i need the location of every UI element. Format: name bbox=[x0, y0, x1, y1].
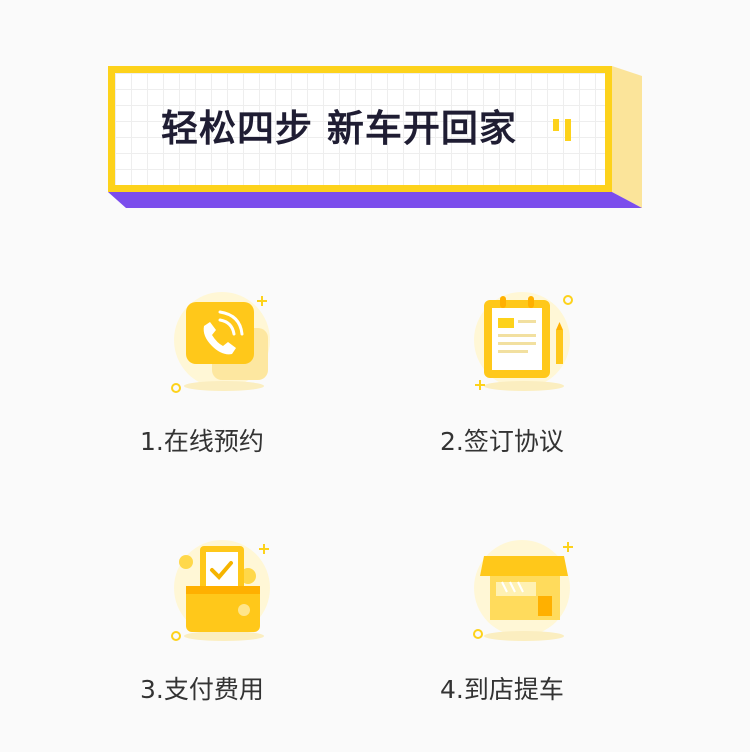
step-online-booking[interactable]: 1.在线预约 bbox=[140, 290, 400, 456]
banner-title: 轻松四步 新车开回家 bbox=[161, 107, 517, 150]
step-pay-fees[interactable]: 3.支付费用 bbox=[140, 538, 400, 704]
header-banner: 轻松四步 新车开回家 bbox=[0, 0, 750, 220]
phone-icon bbox=[171, 292, 270, 393]
agreement-icon bbox=[474, 292, 573, 391]
banner-frame: 轻松四步 新车开回家 bbox=[108, 66, 612, 192]
step-label: 2.签订协议 bbox=[440, 427, 564, 456]
store-pickup-icon bbox=[473, 540, 573, 641]
quote-mark-icon bbox=[553, 119, 571, 141]
step-label: 3.支付费用 bbox=[140, 675, 264, 704]
wallet-payment-icon bbox=[171, 540, 270, 641]
step-store-pickup[interactable]: 4.到店提车 bbox=[440, 538, 700, 704]
step-sign-agreement[interactable]: 2.签订协议 bbox=[440, 290, 700, 456]
step-label: 1.在线预约 bbox=[140, 427, 264, 456]
step-label: 4.到店提车 bbox=[440, 675, 564, 704]
